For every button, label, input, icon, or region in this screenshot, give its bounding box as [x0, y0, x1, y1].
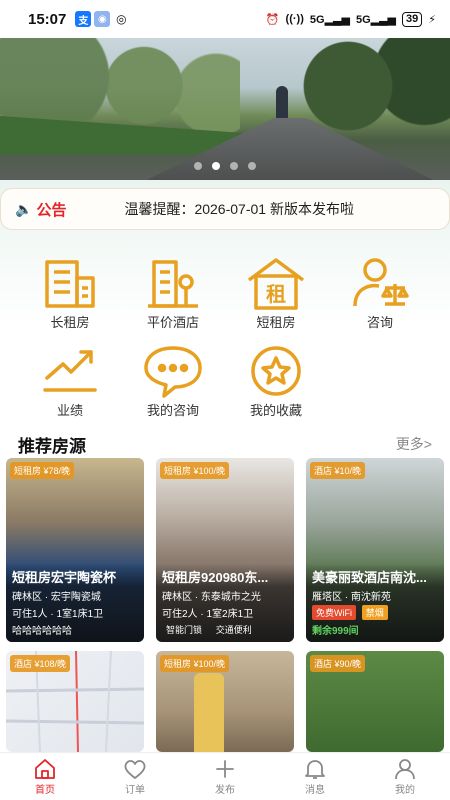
hotel-icon [148, 260, 198, 308]
trend-icon [43, 350, 97, 392]
listing-caption: 美豪丽致酒店南沈... 雁塔区 · 南沈新苑 免费WiFi 禁烟 剩余999间 [306, 563, 444, 642]
carousel-dot[interactable] [248, 162, 256, 170]
listing-info: 可住2人 · 1室2床1卫 [162, 609, 254, 620]
more-link[interactable]: 更多> [396, 434, 432, 454]
feature-chip: 禁烟 [361, 605, 388, 620]
eye-icon: ◎ [116, 12, 127, 26]
menu-performance[interactable]: 业绩 [20, 344, 120, 419]
price-tag: 短租房 ¥100/晚 [160, 462, 230, 479]
nav-home[interactable]: 首页 [0, 753, 90, 800]
rent-house-icon: 租 [247, 258, 305, 310]
listing-card[interactable]: 短租房 ¥78/晚 短租房宏宇陶瓷杯 碑林区 · 宏宇陶瓷城 可住1人 · 1室… [6, 458, 144, 642]
listing-location: 碑林区 · 宏宇陶瓷城 [12, 592, 101, 603]
notice-bar[interactable]: 🔈 公告 温馨提醒：2026-07-01 新版本发布啦 [0, 188, 450, 230]
alarm-icon: ⏰ [265, 13, 280, 26]
menu-short-rent[interactable]: 租 短租房 [226, 256, 326, 331]
carousel-dot[interactable] [194, 162, 202, 170]
menu-my-favorites[interactable]: 我的收藏 [226, 344, 326, 419]
nav-orders[interactable]: 订单 [90, 753, 180, 800]
nav-messages[interactable]: 消息 [270, 753, 360, 800]
carousel-dot-active[interactable] [212, 162, 220, 170]
nav-label: 首页 [35, 785, 55, 796]
section-title: 推荐房源 [18, 437, 86, 456]
listing-caption: 短租房920980东... 碑林区 · 东泰城市之光 可住2人 · 1室2床1卫… [156, 563, 294, 642]
menu-budget-hotel[interactable]: 平价酒店 [123, 256, 223, 331]
signal-icon-2: 5G▂▃▅ [355, 13, 397, 26]
nav-label: 订单 [125, 785, 145, 796]
star-icon [251, 346, 301, 396]
menu-label: 业绩 [56, 403, 83, 418]
listing-card[interactable]: 酒店 ¥90/晚 [306, 651, 444, 752]
app-notification-icon: ◉ [94, 11, 111, 27]
listing-caption: 短租房宏宇陶瓷杯 碑林区 · 宏宇陶瓷城 可住1人 · 1室1床1卫 哈哈哈哈哈… [6, 563, 144, 642]
listing-features: 智能门锁 交通便利 [162, 622, 288, 637]
status-time: 15:07 [28, 10, 67, 28]
listing-card[interactable]: 短租房 ¥100/晚 [156, 651, 294, 752]
notice-text: 温馨提醒：2026-07-01 新版本发布啦 [124, 201, 354, 217]
listing-card[interactable]: 短租房 ¥100/晚 短租房920980东... 碑林区 · 东泰城市之光 可住… [156, 458, 294, 642]
listing-features: 免费WiFi 禁烟 [312, 605, 438, 620]
nav-label: 消息 [305, 785, 325, 796]
listing-extra: 哈哈哈哈哈哈 [12, 626, 72, 637]
menu-consult[interactable]: 咨询 [330, 256, 430, 331]
chat-bubble-icon [144, 346, 202, 398]
price-tag: 短租房 ¥78/晚 [10, 462, 75, 479]
listing-info: 可住1人 · 1室1床1卫 [12, 609, 104, 620]
battery-icon: 39 [402, 11, 423, 27]
nav-label: 我的 [395, 785, 415, 796]
plus-icon [216, 760, 234, 778]
menu-label: 我的咨询 [146, 403, 199, 418]
svg-text:租: 租 [266, 282, 286, 306]
hotspot-icon: ((·)) [285, 13, 304, 25]
home-icon [35, 759, 55, 779]
heart-icon [124, 760, 146, 779]
listing-title: 美豪丽致酒店南沈... [312, 570, 427, 585]
building-icon [45, 260, 95, 308]
feature-chip: 智能门锁 [166, 625, 203, 635]
listing-card[interactable]: 酒店 ¥10/晚 美豪丽致酒店南沈... 雁塔区 · 南沈新苑 免费WiFi 禁… [306, 458, 444, 642]
bell-icon [305, 760, 325, 779]
carousel-dots [0, 162, 450, 170]
banner-carousel[interactable] [0, 38, 450, 180]
menu-label: 短租房 [256, 315, 296, 330]
price-tag: 短租房 ¥100/晚 [160, 655, 230, 672]
price-tag: 酒店 ¥108/晚 [10, 655, 71, 672]
signal-icon: 5G▂▃▅ [309, 13, 350, 26]
feature-chip: 免费WiFi [312, 605, 356, 620]
price-tag: 酒店 ¥90/晚 [310, 655, 366, 672]
listing-card[interactable]: 酒店 ¥108/晚 [6, 651, 144, 752]
menu-label: 我的收藏 [249, 403, 302, 418]
menu-label: 平价酒店 [146, 315, 199, 330]
listing-location: 碑林区 · 东泰城市之光 [162, 592, 261, 603]
listing-location: 雁塔区 · 南沈新苑 [312, 592, 391, 603]
alipay-icon: 支 [75, 11, 92, 27]
menu-label: 咨询 [366, 315, 393, 330]
carousel-dot[interactable] [230, 162, 238, 170]
menu-long-rent[interactable]: 长租房 [20, 256, 120, 331]
charging-icon: ⚡ [428, 13, 436, 26]
feature-chip: 交通便利 [215, 625, 252, 635]
nav-profile[interactable]: 我的 [360, 753, 450, 800]
notice-label: 公告 [36, 201, 67, 219]
status-bar: 15:07 支 ◉ ◎ ⏰ ((·)) 5G▂▃▅ 5G▂▃▅ 39 ⚡ [0, 0, 450, 38]
user-icon [395, 759, 415, 780]
speaker-icon: 🔈 [15, 200, 33, 217]
listing-title: 短租房920980东... [162, 570, 269, 585]
menu-my-consult[interactable]: 我的咨询 [123, 344, 223, 419]
price-tag: 酒店 ¥10/晚 [310, 462, 366, 479]
listing-title: 短租房宏宇陶瓷杯 [12, 570, 117, 585]
nav-publish[interactable]: 发布 [180, 753, 270, 800]
menu-label: 长租房 [50, 315, 90, 330]
consult-person-icon [353, 258, 409, 307]
status-indicators: ⏰ ((·)) 5G▂▃▅ 5G▂▃▅ 39 ⚡ [265, 11, 436, 27]
bottom-nav: 首页 订单 发布 消息 我的 [0, 752, 450, 800]
bottle-image [194, 673, 224, 752]
rooms-left: 剩余999间 [312, 626, 359, 637]
nav-label: 发布 [215, 785, 235, 796]
